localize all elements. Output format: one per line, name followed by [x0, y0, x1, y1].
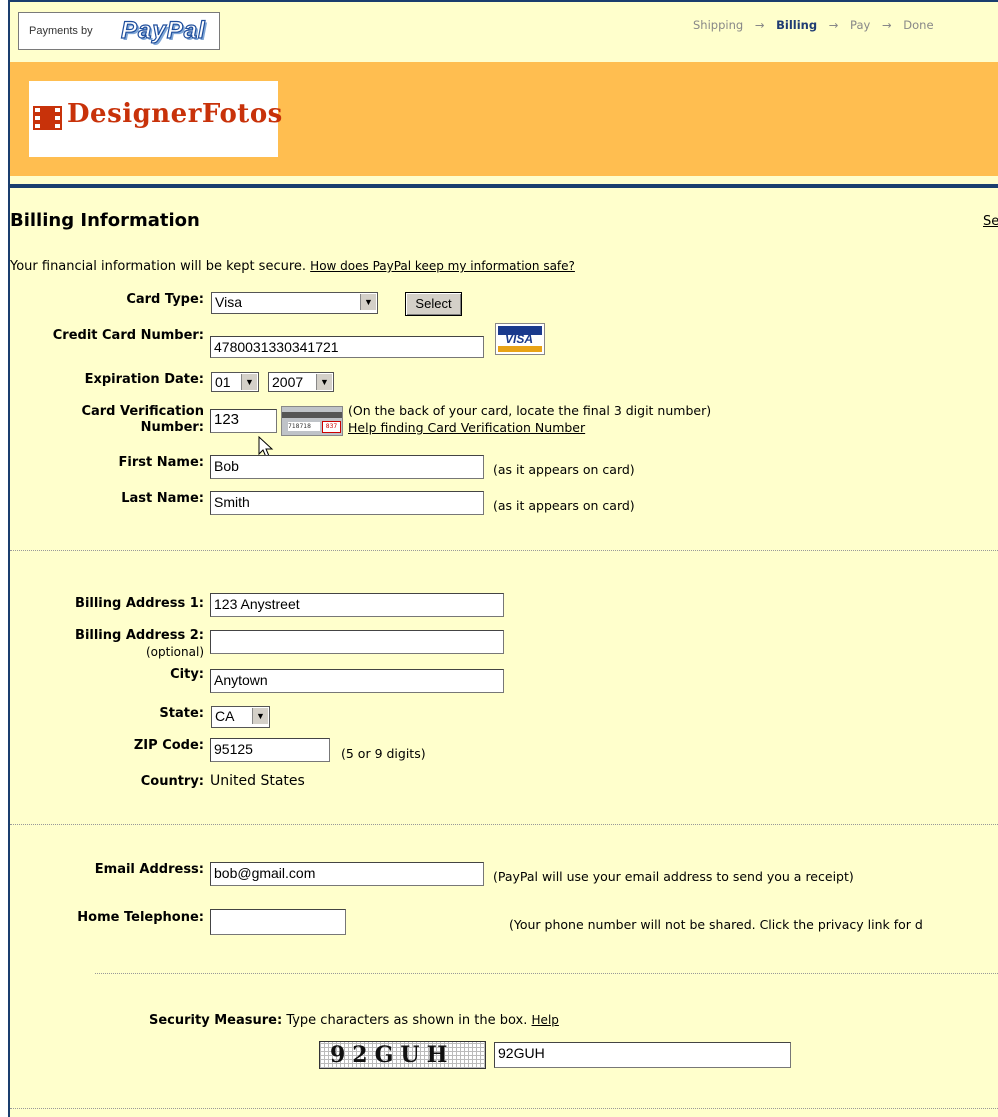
step-arrow-icon: →	[828, 18, 839, 32]
step-shipping: Shipping	[693, 18, 744, 32]
security-info-link[interactable]: How does PayPal keep my information safe…	[310, 259, 575, 273]
expiration-label: Expiration Date:	[84, 372, 204, 387]
cvv-help-link[interactable]: Help finding Card Verification Number	[348, 420, 585, 435]
address2-label: Billing Address 2: (optional)	[75, 628, 204, 660]
phone-input[interactable]	[210, 909, 346, 935]
zip-note: (5 or 9 digits)	[341, 746, 426, 761]
step-done: Done	[903, 18, 934, 32]
phone-label: Home Telephone:	[77, 910, 204, 925]
address1-label: Billing Address 1:	[75, 596, 204, 611]
section-divider	[95, 973, 998, 974]
exp-year-select[interactable]: 2007 ▼	[268, 372, 334, 392]
section-divider	[10, 1108, 998, 1109]
state-select[interactable]: CA ▼	[211, 706, 270, 728]
zip-input[interactable]: 95125	[210, 738, 330, 762]
chevron-down-icon: ▼	[252, 708, 268, 724]
state-label: State:	[159, 706, 204, 721]
last-name-label: Last Name:	[121, 491, 204, 506]
header-divider	[10, 184, 998, 188]
first-name-note: (as it appears on card)	[493, 462, 635, 477]
address1-input[interactable]: 123 Anystreet	[210, 593, 504, 617]
paypal-logo: PayPal	[120, 16, 206, 44]
cvv-image-number: 718718	[288, 422, 320, 431]
top-right-link[interactable]: Se	[983, 214, 998, 229]
step-arrow-icon: →	[881, 18, 892, 32]
exp-month-value: 01	[215, 374, 231, 390]
merchant-logo: DesignerFotos	[29, 81, 282, 157]
captcha-text: 92GUH	[330, 1042, 455, 1068]
paypal-billing-page: Payments by PayPal Shipping → Billing → …	[0, 0, 998, 1117]
chevron-down-icon: ▼	[316, 374, 332, 390]
security-measure-row: Security Measure: Type characters as sho…	[149, 1013, 559, 1028]
card-number-input[interactable]: 4780031330341721	[210, 336, 484, 358]
email-label: Email Address:	[94, 862, 204, 877]
step-pay: Pay	[850, 18, 871, 32]
email-input[interactable]: bob@gmail.com	[210, 862, 484, 886]
section-divider	[10, 824, 998, 825]
card-type-select[interactable]: Visa ▼	[211, 292, 378, 314]
cvv-label-line2: Number:	[140, 420, 204, 435]
exp-month-select[interactable]: 01 ▼	[211, 372, 259, 392]
captcha-image: 92GUH	[319, 1041, 486, 1069]
checkout-steps: Shipping → Billing → Pay → Done	[693, 18, 942, 32]
section-divider	[10, 550, 998, 551]
payments-by-text: Payments by	[29, 25, 93, 37]
cvv-card-back-icon: 718718 837	[281, 406, 343, 436]
merchant-logo-text: DesignerFotos	[67, 99, 283, 129]
visa-logo-text: VISA	[505, 332, 534, 346]
page-title: Billing Information	[10, 210, 200, 231]
email-note: (PayPal will use your email address to s…	[493, 869, 854, 884]
captcha-input[interactable]: 92GUH	[494, 1042, 791, 1068]
last-name-input[interactable]: Smith	[210, 491, 484, 515]
country-label: Country:	[140, 774, 204, 789]
exp-year-value: 2007	[272, 374, 304, 390]
city-input[interactable]: Anytown	[210, 669, 504, 693]
address2-optional-text: (optional)	[146, 645, 204, 659]
left-border	[0, 0, 10, 1117]
address2-label-text: Billing Address 2:	[75, 628, 204, 643]
card-type-label: Card Type:	[126, 292, 204, 307]
select-button[interactable]: Select	[405, 292, 462, 316]
first-name-input[interactable]: Bob	[210, 455, 484, 479]
state-value: CA	[215, 708, 235, 724]
card-number-label: Credit Card Number:	[52, 328, 204, 343]
paypal-badge: Payments by PayPal	[18, 12, 220, 50]
cvv-input[interactable]: 123	[210, 409, 277, 433]
last-name-note: (as it appears on card)	[493, 498, 635, 513]
step-arrow-icon: →	[754, 18, 765, 32]
film-strip-icon	[33, 106, 62, 130]
security-help-link[interactable]: Help	[532, 1013, 559, 1027]
city-label: City:	[170, 667, 204, 682]
secure-text: Your financial information will be kept …	[10, 259, 307, 274]
security-label: Security Measure:	[149, 1013, 283, 1028]
step-billing: Billing	[776, 18, 818, 32]
cvv-label-line1: Card Verification	[81, 404, 204, 419]
chevron-down-icon: ▼	[241, 374, 257, 390]
address2-input[interactable]	[210, 630, 504, 654]
cvv-image-code: 837	[322, 421, 341, 433]
cvv-note: (On the back of your card, locate the fi…	[348, 403, 712, 418]
visa-card-icon: VISA	[495, 323, 545, 355]
cvv-label: Card Verification Number:	[81, 404, 204, 436]
zip-label: ZIP Code:	[133, 738, 204, 753]
card-type-value: Visa	[215, 294, 242, 310]
phone-note: (Your phone number will not be shared. C…	[509, 917, 923, 932]
country-value: United States	[210, 773, 305, 789]
first-name-label: First Name:	[118, 455, 204, 470]
security-instruction: Type characters as shown in the box.	[286, 1013, 528, 1028]
secure-notice: Your financial information will be kept …	[10, 259, 575, 274]
chevron-down-icon: ▼	[360, 294, 376, 310]
